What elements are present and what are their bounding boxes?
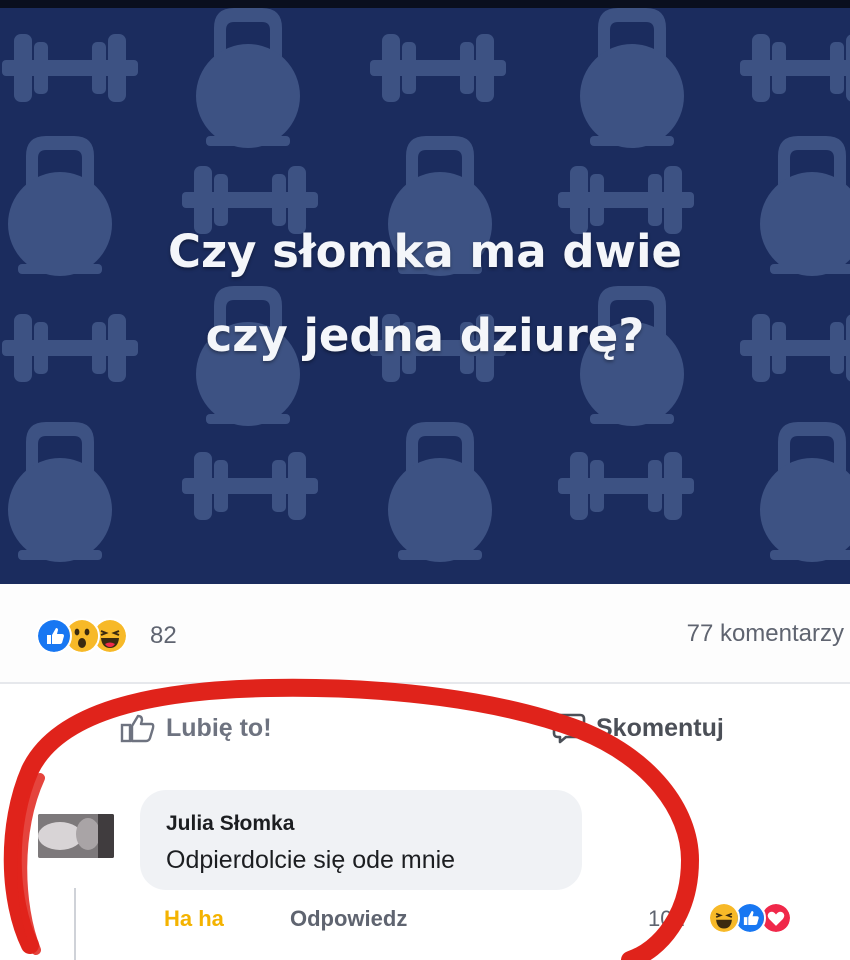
comment-bubble-icon xyxy=(552,713,586,744)
reaction-count[interactable]: 82 xyxy=(150,622,177,650)
comment-button[interactable]: Skomentuj xyxy=(552,710,724,746)
like-label: Lubię to! xyxy=(166,713,272,742)
top-strip xyxy=(0,0,850,8)
comment: Julia Słomka Odpierdolcie się ode mnie H… xyxy=(0,780,850,960)
comment-count[interactable]: 77 komentarzy xyxy=(687,620,844,648)
thread-line xyxy=(74,888,76,960)
like-icon xyxy=(36,618,72,654)
avatar[interactable] xyxy=(38,814,114,858)
reaction-icons[interactable] xyxy=(36,618,146,656)
comment-bubble: Julia Słomka Odpierdolcie się ode mnie xyxy=(140,790,582,890)
post-image: Czy słomka ma dwie czy jedna dziurę? xyxy=(0,8,850,584)
comment-reactions[interactable]: 101 xyxy=(648,898,838,938)
post-title-line1: Czy słomka ma dwie xyxy=(167,225,683,278)
comment-label: Skomentuj xyxy=(596,713,724,742)
post-title-line2: czy jedna dziurę? xyxy=(205,309,645,362)
thumbs-up-icon xyxy=(120,714,155,743)
comment-author[interactable]: Julia Słomka xyxy=(166,812,294,836)
post-actions: Lubię to! Skomentuj xyxy=(0,684,850,774)
post-title: Czy słomka ma dwie czy jedna dziurę? xyxy=(0,210,850,378)
haha-button[interactable]: Ha ha xyxy=(164,906,224,932)
reaction-summary: 82 77 komentarzy xyxy=(0,584,850,684)
comment-reaction-count: 101 xyxy=(648,906,685,931)
comment-text: Odpierdolcie się ode mnie xyxy=(166,846,456,874)
haha-icon xyxy=(708,902,740,934)
reply-button[interactable]: Odpowiedz xyxy=(290,906,407,932)
like-button[interactable]: Lubię to! xyxy=(120,710,272,746)
